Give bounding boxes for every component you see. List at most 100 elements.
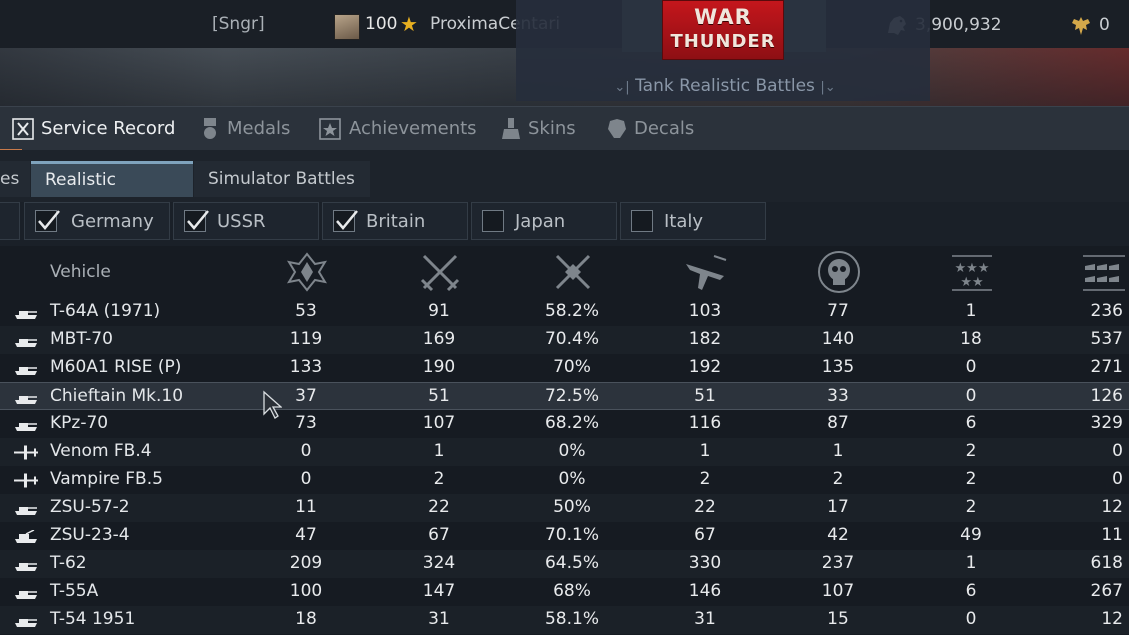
table-row[interactable]: Vampire FB.5 0 2 0% 2 2 2 0: [0, 466, 1129, 494]
stat-cell: 330: [688, 553, 722, 573]
golden-eagles-balance: 0: [1099, 15, 1110, 35]
stat-cell: 182: [688, 329, 722, 349]
stat-cell: 119: [289, 329, 323, 349]
medal-icon: [204, 118, 216, 139]
filter-britain[interactable]: Britain: [322, 202, 468, 240]
stat-cell: 1: [965, 553, 977, 573]
stat-cell: 618: [1090, 553, 1123, 573]
avatar[interactable]: [334, 14, 360, 40]
stat-cell: 1: [699, 441, 711, 461]
vehicle-column-header[interactable]: Vehicle: [50, 262, 111, 282]
checkmark-icon: [187, 210, 209, 230]
service-record-icon: [12, 118, 34, 140]
vehicle-name: T-54 1951: [50, 609, 136, 629]
stat-cell: 190: [422, 357, 456, 377]
stat-cell: 0%: [558, 441, 586, 461]
stat-cell: 2: [965, 469, 977, 489]
stat-cell: 53: [295, 301, 317, 321]
stat-cell: 58.1%: [544, 609, 599, 629]
stat-cell: 2: [965, 497, 977, 517]
stat-cell: 31: [428, 609, 450, 629]
rank-stars-icon[interactable]: ★★★ ★★: [950, 250, 994, 294]
filter-ussr[interactable]: USSR: [173, 202, 319, 240]
stat-cell: 0: [1112, 441, 1123, 461]
filter-label: Britain: [366, 211, 426, 232]
stat-cell: 47: [295, 525, 317, 545]
stat-cell: 0: [965, 386, 977, 406]
clan-tag[interactable]: [Sngr]: [212, 14, 265, 34]
table-row[interactable]: Venom FB.4 0 1 0% 1 1 2 0: [0, 438, 1129, 466]
checkmark-icon: [38, 210, 60, 230]
stat-cell: 236: [1090, 301, 1123, 321]
stat-cell: 192: [688, 357, 722, 377]
ground-kills-icon[interactable]: [817, 250, 861, 294]
table-row[interactable]: Chieftain Mk.10 37 51 72.5% 51 33 0 126: [0, 382, 1129, 410]
table-row[interactable]: KPz-70 73 107 68.2% 116 87 6 329: [0, 410, 1129, 438]
table-row[interactable]: T-64A (1971) 53 91 58.2% 103 77 1 236: [0, 298, 1129, 326]
stat-cell: 2: [433, 469, 445, 489]
chevron-down-icon: |⌄: [820, 80, 836, 95]
stat-cell: 11: [1101, 525, 1123, 545]
profile-tabs: Service Record Medals Achievements Skins…: [0, 106, 1129, 152]
table-row[interactable]: T-55A 100 147 68% 146 107 6 267: [0, 578, 1129, 606]
checkbox: [482, 210, 504, 232]
stat-cell: 135: [821, 357, 855, 377]
stat-cell: 68.2%: [544, 413, 599, 433]
stat-cell: 12: [1101, 609, 1123, 629]
skins-icon: [502, 118, 520, 139]
filter-italy[interactable]: Italy: [620, 202, 766, 240]
table-row[interactable]: MBT-70 119 169 70.4% 182 140 18 537: [0, 326, 1129, 354]
tank-icon: [15, 423, 37, 431]
table-row[interactable]: T-54 1951 18 31 58.1% 31 15 0 12: [0, 606, 1129, 634]
game-mode-selector[interactable]: ⌄| Tank Realistic Battles |⌄: [610, 76, 840, 96]
table-row[interactable]: M60A1 RISE (P) 133 190 70% 192 135 0 271: [0, 354, 1129, 382]
tab-arcade-battles[interactable]: es: [0, 161, 30, 197]
stat-cell: 64.5%: [544, 553, 599, 573]
filter-germany[interactable]: Germany: [24, 202, 170, 240]
stat-cell: 70.4%: [544, 329, 599, 349]
stat-cell: 51: [428, 386, 450, 406]
country-filters: Germany USSR Britain Japan Italy: [0, 202, 1129, 246]
victories-icon[interactable]: [285, 250, 329, 294]
filter-label: Germany: [71, 211, 154, 232]
tab-label: Skins: [528, 118, 576, 139]
stat-cell: 72.5%: [544, 386, 599, 406]
stat-cell: 33: [827, 386, 849, 406]
stat-cell: 140: [821, 329, 855, 349]
stat-cell: 70%: [553, 357, 591, 377]
stat-cell: 22: [694, 497, 716, 517]
stat-cell: 107: [422, 413, 456, 433]
table-row[interactable]: ZSU-23-4 47 67 70.1% 67 42 49 11: [0, 522, 1129, 550]
win-rate-icon[interactable]: [551, 250, 595, 294]
stat-cell: 1: [965, 301, 977, 321]
stat-cell: 169: [422, 329, 456, 349]
vehicle-name: ZSU-57-2: [50, 497, 130, 517]
tab-label: Service Record: [41, 118, 176, 139]
stat-cell: 0: [1112, 469, 1123, 489]
air-kills-icon[interactable]: [684, 250, 728, 294]
logo-line-1: WAR: [694, 5, 752, 29]
vehicle-name: ZSU-23-4: [50, 525, 130, 545]
stat-cell: 51: [694, 386, 716, 406]
filter-japan[interactable]: Japan: [471, 202, 617, 240]
tab-realistic-battles[interactable]: Realistic Battles: [31, 161, 193, 223]
checkbox: [631, 210, 653, 232]
stat-cell: 1: [433, 441, 445, 461]
stat-cell: 126: [1090, 386, 1123, 406]
battles-icon[interactable]: [418, 250, 462, 294]
player-level: 100: [365, 14, 398, 34]
tab-label: Achievements: [349, 118, 477, 139]
stat-cell: 31: [694, 609, 716, 629]
filter-partial[interactable]: [0, 202, 20, 240]
spaa-icon: [15, 530, 37, 543]
war-thunder-logo[interactable]: WAR THUNDER: [662, 0, 784, 60]
tank-icon: [15, 563, 37, 571]
chevron-down-icon: ⌄|: [614, 80, 630, 95]
total-respawns-icon[interactable]: [1081, 250, 1125, 294]
table-row[interactable]: T-62 209 324 64.5% 330 237 1 618: [0, 550, 1129, 578]
vehicle-name: MBT-70: [50, 329, 113, 349]
tab-simulator-battles[interactable]: Simulator Battles: [194, 161, 370, 197]
stat-cell: 116: [688, 413, 722, 433]
stat-cell: 103: [688, 301, 722, 321]
table-row[interactable]: ZSU-57-2 11 22 50% 22 17 2 12: [0, 494, 1129, 522]
